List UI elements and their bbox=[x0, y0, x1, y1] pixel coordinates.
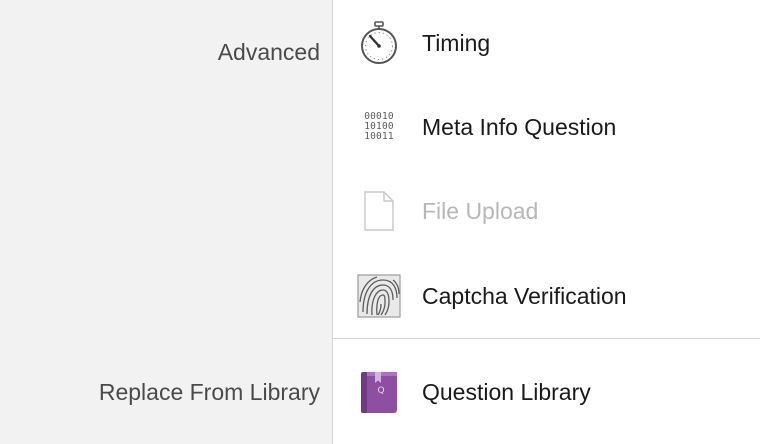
document-icon bbox=[355, 183, 403, 239]
library-book-icon: Q bbox=[355, 364, 403, 420]
svg-text:Q: Q bbox=[377, 386, 384, 396]
stopwatch-icon bbox=[355, 15, 403, 71]
menu-item-label: Timing bbox=[422, 30, 491, 56]
menu-item-label: Captcha Verification bbox=[422, 283, 627, 309]
binary-data-icon: 00010 10100 10011 bbox=[355, 99, 403, 155]
section-label-replace-from-library: Replace From Library bbox=[98, 379, 320, 405]
question-type-menu: Advanced Replace From Library Timing 000… bbox=[0, 0, 760, 444]
fingerprint-icon bbox=[355, 268, 403, 324]
section-label-advanced: Advanced bbox=[217, 39, 320, 65]
menu-item-label: Question Library bbox=[422, 379, 591, 405]
binary-line: 10011 bbox=[364, 131, 394, 142]
menu-item-meta-info-question[interactable]: 00010 10100 10011 Meta Info Question bbox=[355, 99, 735, 155]
section-divider bbox=[333, 338, 760, 339]
menu-item-question-library[interactable]: Q Question Library bbox=[355, 364, 735, 420]
menu-item-captcha-verification[interactable]: Captcha Verification bbox=[355, 268, 735, 324]
menu-item-file-upload: File Upload bbox=[355, 183, 735, 239]
menu-item-label: Meta Info Question bbox=[422, 114, 617, 140]
menu-item-timing[interactable]: Timing bbox=[355, 15, 735, 71]
menu-item-label: File Upload bbox=[422, 198, 539, 224]
